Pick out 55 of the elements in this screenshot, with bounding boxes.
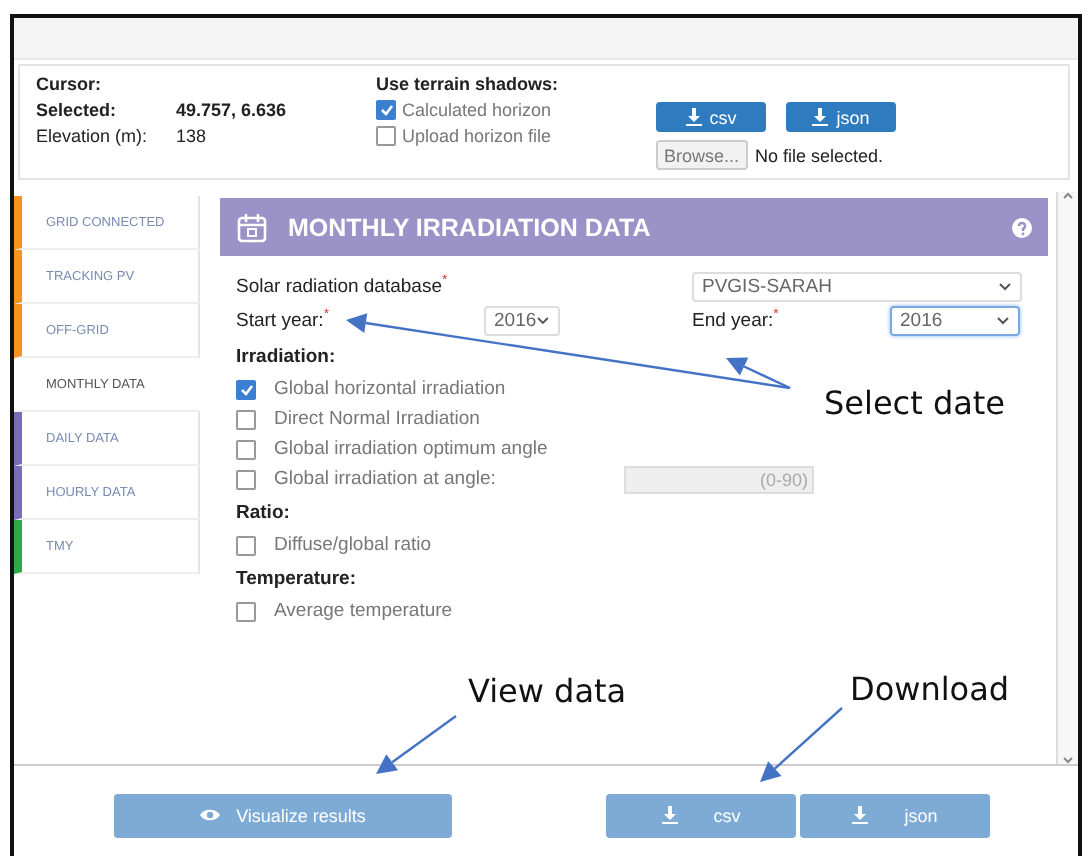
checkbox[interactable] xyxy=(236,469,256,489)
help-icon[interactable] xyxy=(1012,217,1032,237)
checkbox[interactable] xyxy=(376,100,396,120)
chevron-down-icon xyxy=(536,316,550,326)
scrollbar[interactable] xyxy=(1056,192,1078,764)
coordinates: 49.757, 6.636 xyxy=(176,100,287,120)
eye-icon xyxy=(200,808,221,822)
field-label: End year:$^{*}$ xyxy=(692,308,781,334)
field-label: Solar radiation database$^{*}$ xyxy=(236,273,450,299)
angle-input[interactable]: (0-90) xyxy=(624,465,814,493)
calendar-icon xyxy=(236,211,268,243)
scroll-up-icon[interactable] xyxy=(1062,192,1074,200)
browse-button[interactable]: Browse... xyxy=(656,140,748,170)
checkbox[interactable] xyxy=(236,439,256,459)
download-button[interactable]: csv xyxy=(656,102,766,132)
option-label: Global horizontal irradiation xyxy=(274,378,506,400)
checkbox[interactable] xyxy=(236,409,256,429)
cursor-label: Cursor: xyxy=(36,74,104,94)
download-icon xyxy=(685,108,702,126)
shadows-label: Use terrain shadows: xyxy=(376,74,561,94)
checkbox[interactable] xyxy=(236,601,256,621)
download-button[interactable]: json xyxy=(786,102,896,132)
selected-label: Selected: xyxy=(36,100,119,120)
elevation-value: 138 xyxy=(176,126,207,146)
year-select[interactable]: 2016 xyxy=(890,306,1020,336)
option-label: Diffuse/global ratio xyxy=(274,534,432,556)
download-icon xyxy=(852,806,869,824)
callout-text: Select date xyxy=(824,384,1006,422)
field-label: Start year:$^{*}$ xyxy=(236,308,332,334)
checkbox[interactable] xyxy=(376,126,396,146)
elevation-label: Elevation (m): xyxy=(36,126,150,146)
chevron-down-icon xyxy=(998,281,1012,291)
arrow xyxy=(760,707,843,782)
arrow xyxy=(376,715,457,774)
option-label: Average temperature xyxy=(274,600,453,622)
option-label: Upload horizon file xyxy=(402,126,552,146)
chevron-down-icon xyxy=(996,316,1010,326)
download-icon xyxy=(661,806,678,824)
download-icon xyxy=(812,108,829,126)
option-label: Calculated horizon xyxy=(402,100,552,120)
section-heading: Temperature: xyxy=(236,568,359,590)
callout-text: View data xyxy=(468,672,627,710)
option-label: Direct Normal Irradiation xyxy=(274,408,480,430)
section-heading: Ratio: xyxy=(236,502,292,524)
checkbox[interactable] xyxy=(236,535,256,555)
scroll-down-icon[interactable] xyxy=(1062,756,1074,764)
section-heading: Irradiation: xyxy=(236,346,338,368)
option-label: Global irradiation at angle: xyxy=(274,468,498,490)
database-select[interactable]: PVGIS-SARAH xyxy=(692,271,1022,301)
year-select[interactable]: 2016 xyxy=(484,306,560,336)
option-label: Global irradiation optimum angle xyxy=(274,438,548,460)
checkbox[interactable] xyxy=(236,379,256,399)
callout-text: Download xyxy=(850,670,1010,708)
panel-title: MONTHLY IRRADIATION DATA xyxy=(288,213,653,241)
file-status: No file selected. xyxy=(755,145,884,165)
